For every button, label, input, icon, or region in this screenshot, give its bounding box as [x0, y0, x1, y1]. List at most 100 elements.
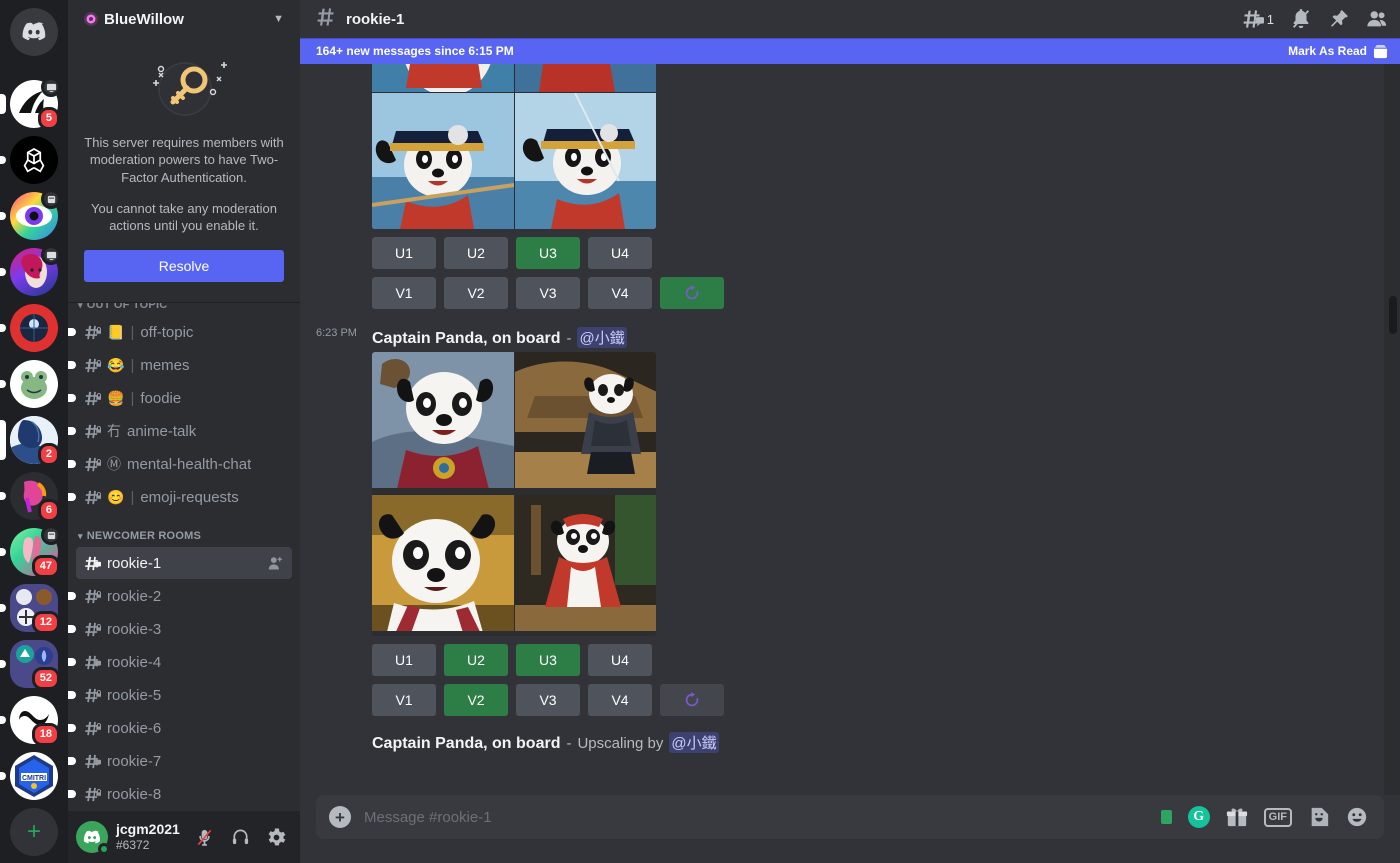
server-icon-portrait-art[interactable] — [0, 245, 61, 296]
chevron-down-icon[interactable]: ▼ — [273, 13, 284, 25]
mic-muted-icon[interactable] — [188, 821, 220, 853]
upscale-button-u3[interactable]: U3 — [516, 644, 580, 676]
upscale-button-u2[interactable]: U2 — [444, 237, 508, 269]
sidebar-item-foodie[interactable]: 🍔 | foodie — [68, 382, 292, 414]
upscale-button-u1[interactable]: U1 — [372, 237, 436, 269]
variation-button-v1[interactable]: V1 — [372, 684, 436, 716]
server-icon-cmitri[interactable]: CMITRI — [0, 752, 58, 800]
server-icon-bluewillow[interactable]: 2 — [0, 416, 60, 466]
sidebar-item-anime-talk[interactable]: 冇 anime-talk — [68, 415, 292, 447]
sidebar-item-emoji-requests[interactable]: 😊 | emoji-requests — [68, 481, 292, 513]
server-icon-blue-guild[interactable]: 52 — [0, 640, 60, 690]
avatar[interactable] — [76, 821, 110, 855]
calendar-icon — [41, 189, 61, 209]
variation-button-v2[interactable]: V2 — [444, 277, 508, 309]
headset-icon[interactable] — [224, 821, 256, 853]
sidebar-item-rookie-2[interactable]: rookie-2 — [68, 580, 292, 612]
sidebar-item-rookie-7[interactable]: rookie-7 — [68, 745, 292, 777]
server-icon-frog[interactable] — [0, 360, 58, 408]
sidebar-item-off-topic[interactable]: 📒 | off-topic — [68, 316, 292, 348]
reroll-icon — [685, 285, 699, 300]
image-cell[interactable] — [514, 494, 656, 631]
variation-button-v1[interactable]: V1 — [372, 277, 436, 309]
unread-pill — [0, 604, 6, 612]
upscale-button-u2[interactable]: U2 — [444, 644, 508, 676]
image-cell[interactable] — [514, 352, 656, 488]
image-cell[interactable] — [372, 352, 514, 488]
message-item: 6:23 PM Captain Panda, on board - @小鐵 U1… — [300, 325, 1400, 718]
members-icon[interactable] — [1366, 8, 1388, 30]
variation-button-v4[interactable]: V4 — [588, 684, 652, 716]
gift-icon[interactable] — [1226, 806, 1248, 828]
grammarly-icon[interactable]: G — [1187, 806, 1210, 828]
sticker-icon[interactable] — [1308, 806, 1330, 828]
gear-icon[interactable] — [260, 821, 292, 853]
scrollbar-thumb[interactable] — [1389, 296, 1397, 334]
upscale-button-u3[interactable]: U3 — [516, 237, 580, 269]
image-cell[interactable] — [372, 93, 514, 229]
server-icon-purple-guild[interactable]: 12 — [0, 584, 60, 634]
image-grid-attachment[interactable] — [372, 352, 656, 636]
variation-button-v3[interactable]: V3 — [516, 277, 580, 309]
server-icon-green-art[interactable]: 47 — [0, 525, 61, 578]
message-input[interactable]: Message #rookie-1 — [364, 809, 1161, 826]
category-header-newcomer-rooms[interactable]: ▾ NEWCOMER ROOMS — [68, 514, 300, 546]
unread-dot — [68, 724, 76, 733]
user-mention[interactable]: @小鐵 — [669, 732, 719, 753]
server-icon-red-moon[interactable] — [0, 304, 58, 352]
topbar-actions: 1 — [1242, 8, 1388, 30]
mark-as-read-button[interactable]: Mark As Read — [1288, 44, 1388, 59]
reroll-button[interactable] — [660, 684, 724, 716]
image-cell[interactable] — [514, 93, 656, 229]
unread-dot — [68, 625, 76, 634]
resolve-button[interactable]: Resolve — [84, 250, 284, 283]
sidebar-item-rookie-4[interactable]: rookie-4 — [68, 646, 292, 678]
sidebar-item-memes[interactable]: 😂 | memes — [68, 349, 292, 381]
composer-box[interactable]: + Message #rookie-1 G GIF — [316, 795, 1384, 839]
home-button[interactable] — [10, 8, 58, 56]
emoji-icon[interactable] — [1346, 806, 1368, 828]
upscale-button-u1[interactable]: U1 — [372, 644, 436, 676]
upscale-button-u4[interactable]: U4 — [588, 237, 652, 269]
sidebar-item-mental-health-chat[interactable]: Ⓜ mental-health-chat — [68, 448, 292, 480]
pin-icon[interactable] — [1328, 8, 1350, 30]
sidebar-item-rookie-1[interactable]: rookie-1 — [76, 547, 292, 580]
channel-name: rookie-1 — [107, 554, 162, 572]
hash-lock-icon — [84, 687, 101, 704]
green-square-icon[interactable] — [1160, 810, 1172, 824]
sidebar-item-rookie-3[interactable]: rookie-3 — [68, 613, 292, 645]
sidebar-item-rookie-8[interactable]: rookie-8 — [68, 778, 292, 810]
unread-badge: 5 — [37, 107, 60, 130]
sidebar-item-rookie-6[interactable]: rookie-6 — [68, 712, 292, 744]
sidebar-item-rookie-5[interactable]: rookie-5 — [68, 679, 292, 711]
server-icon-eye-art[interactable] — [0, 189, 61, 240]
variation-button-v3[interactable]: V3 — [516, 684, 580, 716]
image-grid-attachment[interactable] — [372, 38, 656, 229]
server-icon-midjourney[interactable]: 5 — [0, 77, 61, 130]
category-header-out-of-topic[interactable]: ▾ OUT OF TOPIC — [68, 303, 300, 315]
add-member-icon[interactable] — [267, 555, 284, 572]
user-info[interactable]: jcgm2021 #6372 — [116, 821, 180, 852]
server-header[interactable]: BlueWillow ▼ — [68, 0, 300, 38]
reroll-button[interactable] — [660, 277, 724, 309]
gif-icon[interactable]: GIF — [1263, 807, 1292, 827]
unread-badge: 2 — [37, 443, 60, 466]
variation-button-row: V1 V2 V3 V4 — [372, 277, 1352, 309]
attach-button[interactable]: + — [316, 795, 364, 839]
server-icon-pink-drip[interactable]: 6 — [0, 472, 60, 522]
threads-icon[interactable]: 1 — [1242, 8, 1274, 30]
bell-muted-icon[interactable] — [1290, 8, 1312, 30]
main-content: rookie-1 1 164+ new messages since 6:15 … — [300, 0, 1400, 863]
server-icon-infinity[interactable]: 18 — [0, 696, 60, 746]
user-mention[interactable]: @小鐵 — [577, 327, 627, 348]
variation-button-v2[interactable]: V2 — [444, 684, 508, 716]
message-list[interactable]: U1 U2 U3 U4 V1 V2 V3 V4 6:23 PM Captain … — [300, 38, 1400, 795]
new-messages-bar[interactable]: 164+ new messages since 6:15 PM Mark As … — [300, 38, 1400, 64]
server-icon-openai[interactable] — [0, 136, 58, 184]
upscale-button-u4[interactable]: U4 — [588, 644, 652, 676]
add-server-button[interactable]: + — [10, 808, 58, 856]
image-cell[interactable] — [372, 494, 514, 631]
variation-button-v4[interactable]: V4 — [588, 277, 652, 309]
message-scrollbar[interactable] — [1384, 64, 1400, 795]
channel-list[interactable]: ▾ OUT OF TOPIC 📒 | off-topic 😂 | memes 🍔… — [68, 303, 300, 811]
